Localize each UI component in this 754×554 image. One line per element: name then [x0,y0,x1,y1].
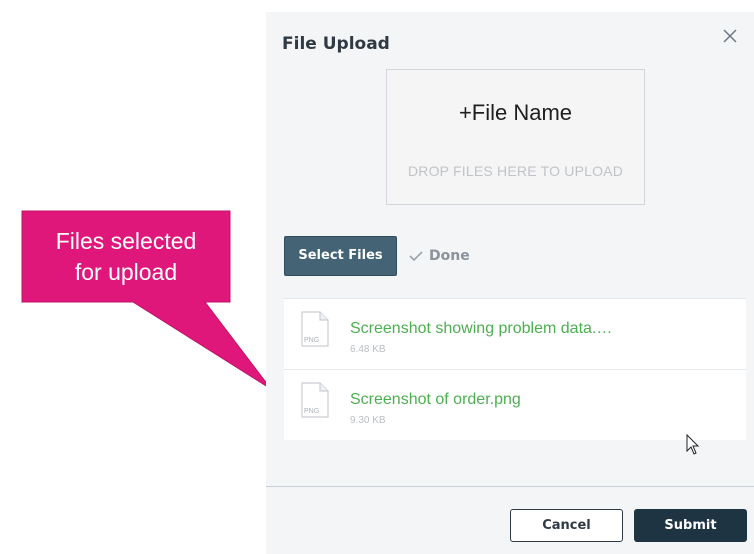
callout-line-2: for upload [74,259,178,285]
file-list: PNG Screenshot showing problem data.… 6.… [284,298,746,440]
drop-zone-file-name: +File Name [458,100,573,125]
done-status: Done [409,248,470,264]
file-list-item[interactable]: PNG Screenshot of order.png 9.30 KB [284,370,746,441]
file-upload-dialog: File Upload +File Name DROP FILES HERE T… [266,12,754,554]
file-name: Screenshot showing problem data.… [350,320,613,337]
file-size: 9.30 KB [350,415,386,426]
callout-line-1: Files selected [55,228,197,254]
png-file-icon: PNG [301,311,329,347]
cancel-button[interactable]: Cancel [510,509,623,542]
file-list-item[interactable]: PNG Screenshot showing problem data.… 6.… [284,299,746,370]
file-size: 6.48 KB [350,344,386,355]
drop-zone[interactable]: +File Name DROP FILES HERE TO UPLOAD [386,69,645,205]
close-icon[interactable] [718,24,742,48]
file-name: Screenshot of order.png [350,391,521,408]
mouse-cursor-icon [686,434,700,455]
select-files-button[interactable]: Select Files [284,236,397,276]
file-type-label: PNG [304,337,320,344]
drop-zone-hint: DROP FILES HERE TO UPLOAD [407,163,624,179]
png-file-icon: PNG [301,382,329,418]
file-type-label: PNG [304,408,320,415]
done-label: Done [429,248,470,264]
dialog-title: File Upload [282,34,390,54]
callout-text: Files selected for upload [22,226,230,288]
check-icon [409,251,423,262]
submit-button[interactable]: Submit [634,509,747,542]
footer-divider [266,486,754,487]
